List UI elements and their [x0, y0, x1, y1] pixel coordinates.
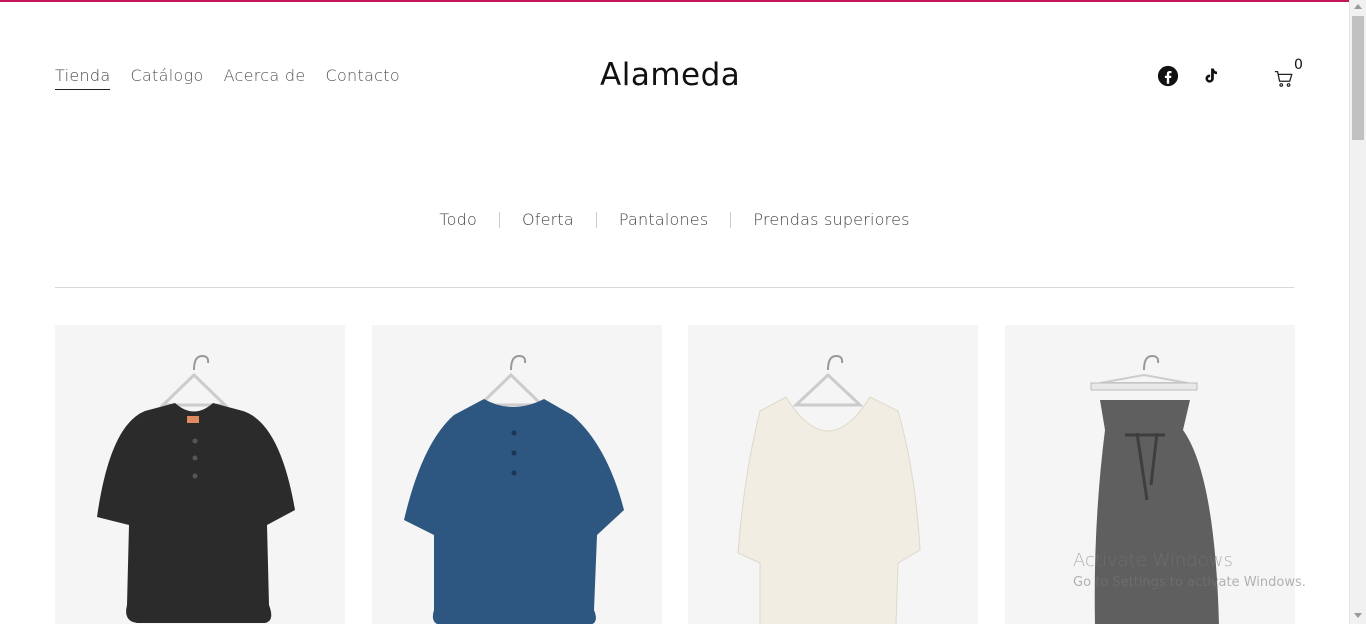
page-scrollbar[interactable]	[1349, 0, 1366, 624]
scroll-up-arrow-icon[interactable]	[1354, 4, 1362, 9]
category-filters: Todo Oferta Pantalones Prendas superiore…	[0, 210, 1349, 229]
filter-separator	[498, 211, 500, 228]
nav-item-catalogo[interactable]: Catálogo	[130, 66, 203, 90]
filter-oferta[interactable]: Oferta	[522, 210, 574, 229]
facebook-icon[interactable]	[1157, 65, 1179, 87]
product-card[interactable]	[55, 325, 345, 624]
product-card[interactable]	[372, 325, 662, 624]
cart-count-badge: 0	[1294, 57, 1303, 73]
cart-icon[interactable]	[1273, 68, 1295, 90]
scroll-down-arrow-icon[interactable]	[1354, 613, 1362, 618]
watermark-title: Activate Windows	[1073, 550, 1233, 571]
watermark-subtitle: Go to Settings to activate Windows.	[1073, 575, 1306, 590]
main-nav: Tienda Catálogo Acerca de Contacto	[55, 66, 420, 90]
nav-item-contacto[interactable]: Contacto	[326, 66, 400, 90]
black-linen-shirt-image	[97, 354, 295, 623]
filter-separator	[595, 211, 597, 228]
brand-logo[interactable]: Alameda	[600, 57, 740, 93]
filter-todo[interactable]: Todo	[439, 210, 477, 229]
scroll-thumb[interactable]	[1352, 16, 1364, 140]
blue-linen-shirt-image	[404, 354, 624, 624]
site-header: Tienda Catálogo Acerca de Contacto Alame…	[0, 2, 1349, 132]
product-card[interactable]	[688, 325, 978, 624]
section-divider	[55, 287, 1294, 288]
filter-prendas-superiores[interactable]: Prendas superiores	[753, 210, 909, 229]
nav-item-acerca-de[interactable]: Acerca de	[224, 66, 306, 90]
filter-pantalones[interactable]: Pantalones	[619, 210, 709, 229]
filter-separator	[730, 211, 732, 228]
nav-item-tienda[interactable]: Tienda	[55, 66, 111, 90]
tiktok-icon[interactable]	[1200, 65, 1220, 87]
windows-activation-watermark: Activate Windows Go to Settings to activ…	[1073, 550, 1306, 590]
cream-linen-top-image	[737, 354, 921, 624]
